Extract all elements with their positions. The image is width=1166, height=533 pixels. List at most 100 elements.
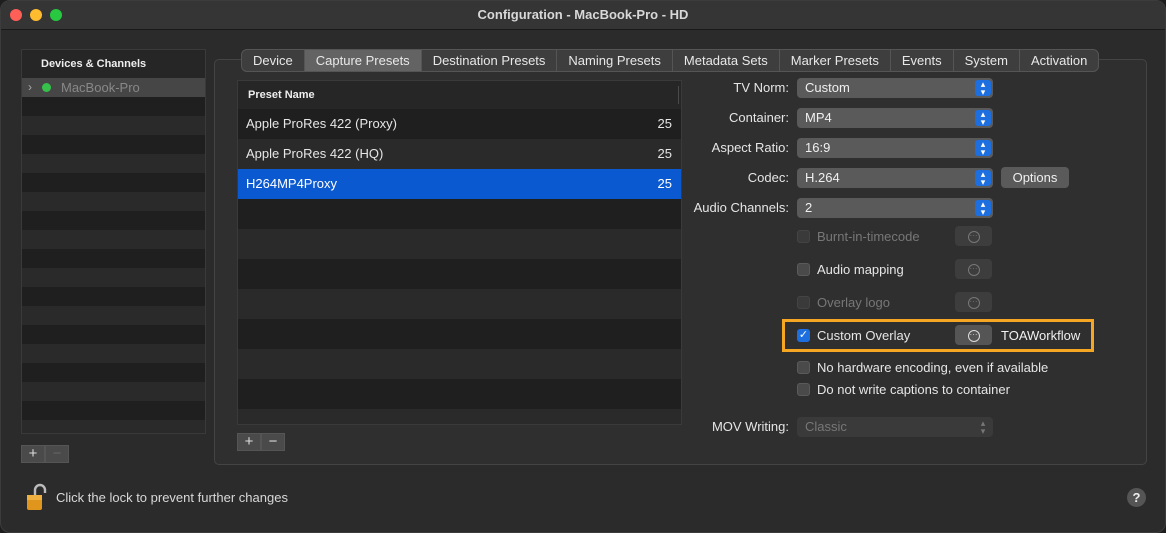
empty-row <box>22 154 205 173</box>
preset-fps: 25 <box>657 116 672 131</box>
mov-writing-value: Classic <box>805 419 847 434</box>
tab-events[interactable]: Events <box>891 50 954 71</box>
title-bar: Configuration - MacBook-Pro - HD <box>1 1 1165 30</box>
devices-header: Devices & Channels <box>22 50 205 78</box>
empty-row <box>238 349 681 379</box>
audio-mapping-label: Audio mapping <box>817 262 904 277</box>
ellipsis-icon: ··· <box>967 329 980 342</box>
burnt-in-timecode-checkbox[interactable] <box>797 230 810 243</box>
burnt-in-timecode-label: Burnt-in-timecode <box>817 229 920 244</box>
empty-row <box>22 401 205 420</box>
empty-row <box>22 420 205 433</box>
no-captions-checkbox[interactable] <box>797 383 810 396</box>
tab-system[interactable]: System <box>954 50 1020 71</box>
codec-label: Codec: <box>747 170 789 185</box>
custom-overlay-settings-button[interactable]: ··· <box>955 325 992 345</box>
tab-activation[interactable]: Activation <box>1020 50 1098 71</box>
tab-bar: Device Capture Presets Destination Prese… <box>241 49 1100 72</box>
preset-name: Apple ProRes 422 (HQ) <box>246 146 384 161</box>
empty-row <box>22 192 205 211</box>
mov-writing-select[interactable]: Classic ▴ ▾ <box>797 417 993 437</box>
empty-row <box>22 211 205 230</box>
aspect-ratio-value: 16:9 <box>805 140 831 155</box>
preset-list: Preset Name Apple ProRes 422 (Proxy) 25 … <box>237 80 682 425</box>
add-device-button[interactable]: + <box>21 445 45 463</box>
updown-arrows-icon: ▴ ▾ <box>975 140 991 157</box>
devices-add-remove: + − <box>21 445 69 463</box>
codec-options-button[interactable]: Options <box>1001 167 1069 188</box>
empty-row <box>238 409 681 424</box>
overlay-logo-checkbox[interactable] <box>797 296 810 309</box>
tab-metadata-sets[interactable]: Metadata Sets <box>673 50 780 71</box>
preset-column-header[interactable]: Preset Name <box>238 81 681 109</box>
burnt-in-settings-button[interactable]: ··· <box>955 226 992 246</box>
remove-device-button[interactable]: − <box>45 445 69 463</box>
tv-norm-value: Custom <box>805 80 850 95</box>
overlay-logo-label: Overlay logo <box>817 295 890 310</box>
preset-row-selected[interactable]: H264MP4Proxy 25 <box>238 169 681 199</box>
empty-row <box>238 199 681 229</box>
preset-fps: 25 <box>657 146 672 161</box>
ellipsis-icon: ··· <box>967 296 980 309</box>
device-item[interactable]: › MacBook-Pro <box>22 78 205 97</box>
column-divider <box>678 86 679 104</box>
empty-row <box>22 230 205 249</box>
empty-row <box>22 363 205 382</box>
remove-preset-button[interactable]: − <box>261 433 285 451</box>
window-title: Configuration - MacBook-Pro - HD <box>477 7 689 22</box>
tab-capture-presets[interactable]: Capture Presets <box>304 50 422 71</box>
empty-row <box>22 173 205 192</box>
audio-channels-value: 2 <box>805 200 813 215</box>
device-label: MacBook-Pro <box>61 80 140 95</box>
chevron-right-icon[interactable]: › <box>28 78 32 97</box>
audio-channels-select[interactable]: 2 ▴ ▾ <box>797 198 993 218</box>
no-hardware-encoding-checkbox[interactable] <box>797 361 810 374</box>
preset-fps: 25 <box>657 176 672 191</box>
container-label: Container: <box>729 110 789 125</box>
tab-naming-presets[interactable]: Naming Presets <box>557 50 673 71</box>
container-value: MP4 <box>805 110 832 125</box>
custom-overlay-workflow: TOAWorkflow <box>1001 328 1081 343</box>
configuration-window: Configuration - MacBook-Pro - HD Devices… <box>0 0 1166 533</box>
tv-norm-select[interactable]: Custom ▴ ▾ <box>797 78 993 98</box>
aspect-ratio-select[interactable]: 16:9 ▴ ▾ <box>797 138 993 158</box>
help-icon[interactable]: ? <box>1127 488 1146 507</box>
codec-select[interactable]: H.264 ▴ ▾ <box>797 168 993 188</box>
preset-row[interactable]: Apple ProRes 422 (Proxy) 25 <box>238 109 681 139</box>
status-dot-icon <box>42 83 51 92</box>
empty-row <box>238 379 681 409</box>
tab-destination-presets[interactable]: Destination Presets <box>422 50 558 71</box>
no-captions-label: Do not write captions to container <box>817 382 1010 397</box>
empty-row <box>238 319 681 349</box>
empty-row <box>22 287 205 306</box>
audio-mapping-settings-button[interactable]: ··· <box>955 259 992 279</box>
empty-row <box>22 306 205 325</box>
tab-device[interactable]: Device <box>242 50 305 71</box>
empty-row <box>238 289 681 319</box>
empty-row <box>22 268 205 287</box>
presets-add-remove: + − <box>237 433 285 451</box>
preset-row[interactable]: Apple ProRes 422 (HQ) 25 <box>238 139 681 169</box>
preset-name: H264MP4Proxy <box>246 176 338 191</box>
empty-row <box>22 116 205 135</box>
empty-row <box>238 229 681 259</box>
empty-row <box>22 135 205 154</box>
overlay-logo-settings-button[interactable]: ··· <box>955 292 992 312</box>
custom-overlay-label: Custom Overlay <box>817 328 911 343</box>
updown-arrows-icon: ▴ ▾ <box>975 170 991 187</box>
preset-name: Apple ProRes 422 (Proxy) <box>246 116 398 131</box>
ellipsis-icon: ··· <box>967 263 980 276</box>
updown-arrows-icon: ▴ ▾ <box>975 80 991 97</box>
aspect-ratio-label: Aspect Ratio: <box>711 140 789 155</box>
empty-row <box>22 325 205 344</box>
devices-list: Devices & Channels › MacBook-Pro <box>21 49 206 434</box>
lock-open-icon[interactable] <box>26 483 48 513</box>
tab-marker-presets[interactable]: Marker Presets <box>780 50 891 71</box>
container-select[interactable]: MP4 ▴ ▾ <box>797 108 993 128</box>
audio-mapping-checkbox[interactable] <box>797 263 810 276</box>
tv-norm-label: TV Norm: <box>733 80 789 95</box>
add-preset-button[interactable]: + <box>237 433 261 451</box>
custom-overlay-checkbox[interactable]: ✓ <box>797 329 810 342</box>
empty-row <box>238 259 681 289</box>
codec-value: H.264 <box>805 170 840 185</box>
